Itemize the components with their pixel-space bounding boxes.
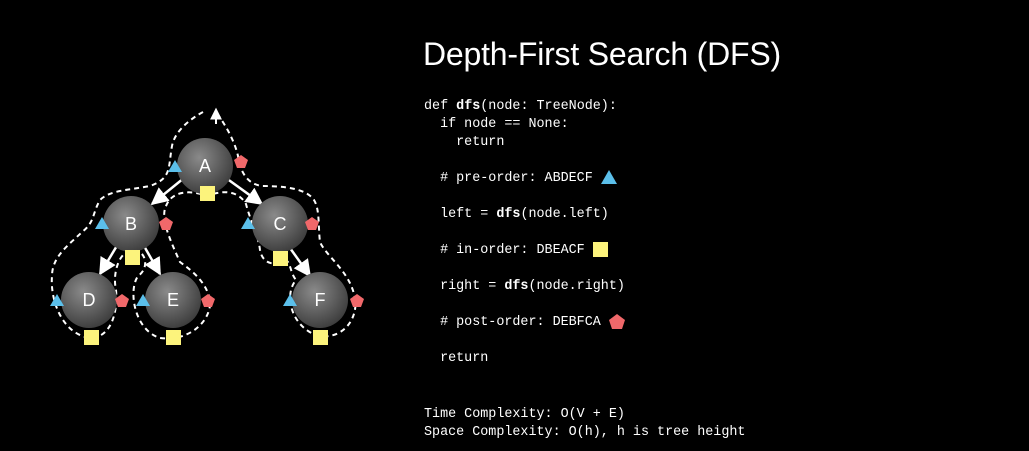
node-label-a: A bbox=[199, 156, 211, 176]
tree-node-d: D bbox=[61, 272, 117, 328]
square-icon bbox=[84, 330, 99, 345]
node-label-f: F bbox=[315, 290, 326, 310]
tree-node-f: F bbox=[292, 272, 348, 328]
node-label-b: B bbox=[125, 214, 137, 234]
edge-b-d bbox=[98, 243, 120, 276]
code-line-return-none: return bbox=[424, 135, 505, 150]
square-icon bbox=[592, 242, 608, 257]
code-line-return: return bbox=[424, 351, 489, 366]
pentagon-icon bbox=[115, 294, 129, 307]
pentagon-icon bbox=[234, 155, 248, 168]
square-icon bbox=[200, 186, 215, 201]
code-line-def: def dfs(node: TreeNode): bbox=[424, 99, 617, 114]
code-line-preorder: # pre-order: ABDECF bbox=[424, 170, 617, 188]
code-line-if: if node == None: bbox=[424, 117, 569, 132]
code-line-left: left = dfs(node.left) bbox=[424, 207, 609, 222]
node-label-e: E bbox=[167, 290, 179, 310]
square-icon bbox=[273, 251, 288, 266]
square-icon bbox=[125, 250, 140, 265]
pentagon-icon bbox=[350, 294, 364, 307]
code-line-inorder: # in-order: DBEACF bbox=[424, 242, 608, 260]
node-label-c: C bbox=[274, 214, 287, 234]
square-icon bbox=[313, 330, 328, 345]
tree-node-b: B bbox=[103, 196, 159, 252]
square-icon bbox=[166, 330, 181, 345]
tree-node-a: A bbox=[177, 138, 233, 194]
page-title: Depth-First Search (DFS) bbox=[423, 36, 781, 72]
edge-c-f bbox=[288, 247, 312, 278]
pentagon-icon bbox=[159, 217, 173, 230]
tree-node-e: E bbox=[145, 272, 201, 328]
time-complexity: Time Complexity: O(V + E) bbox=[424, 407, 625, 422]
edge-b-e bbox=[142, 245, 162, 276]
code-line-postorder: # post-order: DEBFCA bbox=[424, 314, 625, 332]
edge-a-b bbox=[150, 177, 185, 206]
code-line-right: right = dfs(node.right) bbox=[424, 279, 625, 294]
tree-node-c: C bbox=[252, 196, 308, 252]
dfs-tree-diagram: A B C D E F bbox=[50, 107, 364, 345]
triangle-icon bbox=[600, 170, 617, 185]
node-label-d: D bbox=[83, 290, 96, 310]
pentagon-icon bbox=[201, 294, 215, 307]
complexity-info: Time Complexity: O(V + E) Space Complexi… bbox=[424, 406, 745, 442]
space-complexity: Space Complexity: O(h), h is tree height bbox=[424, 425, 746, 440]
pentagon-icon bbox=[608, 314, 625, 329]
edge-a-c bbox=[225, 176, 264, 206]
